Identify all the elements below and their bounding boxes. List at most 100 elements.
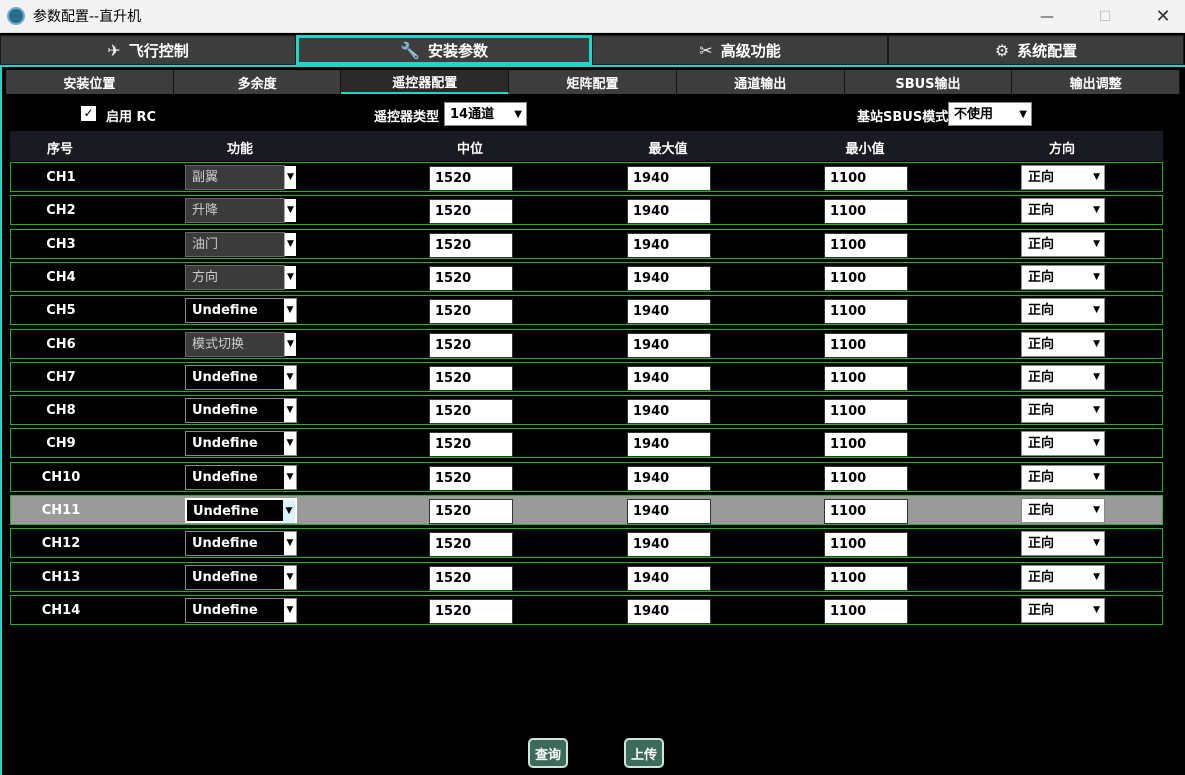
mid-input[interactable]: 1520	[429, 466, 513, 491]
function-dropdown[interactable]: Undefine ▼	[185, 298, 297, 323]
min-input[interactable]: 1100	[824, 199, 908, 224]
function-dropdown[interactable]: Undefine ▼	[185, 398, 297, 423]
tab-advanced[interactable]: ✂ 高级功能	[592, 35, 888, 65]
min-input[interactable]: 1100	[824, 333, 908, 358]
chevron-down-icon: ▼	[284, 466, 296, 489]
min-input[interactable]: 1100	[824, 166, 908, 191]
table-row[interactable]: CH4 方向 ▼ 1520 1940 1100 正向 ▼	[10, 262, 1163, 292]
table-row[interactable]: CH8 Undefine ▼ 1520 1940 1100 正向 ▼	[10, 395, 1163, 425]
direction-dropdown[interactable]: 正向 ▼	[1021, 565, 1105, 590]
direction-dropdown[interactable]: 正向 ▼	[1021, 498, 1105, 523]
subtab-rc-config[interactable]: 遥控器配置	[341, 70, 510, 94]
max-input[interactable]: 1940	[627, 566, 711, 591]
tab-flight-control[interactable]: ✈ 飞行控制	[0, 35, 296, 65]
mid-input[interactable]: 1520	[429, 599, 513, 624]
query-button[interactable]: 查询	[528, 738, 568, 768]
function-dropdown[interactable]: Undefine ▼	[185, 431, 297, 456]
max-input[interactable]: 1940	[627, 399, 711, 424]
table-row[interactable]: CH5 Undefine ▼ 1520 1940 1100 正向 ▼	[10, 295, 1163, 325]
tab-system-config[interactable]: ⚙ 系统配置	[888, 35, 1184, 65]
table-row[interactable]: CH14 Undefine ▼ 1520 1940 1100 正向 ▼	[10, 595, 1163, 625]
min-input[interactable]: 1100	[824, 366, 908, 391]
min-input[interactable]: 1100	[824, 532, 908, 557]
max-input[interactable]: 1940	[627, 333, 711, 358]
mid-input[interactable]: 1520	[429, 532, 513, 557]
sbus-mode-dropdown[interactable]: 不使用 ▼	[948, 102, 1032, 126]
table-row[interactable]: CH12 Undefine ▼ 1520 1940 1100 正向 ▼	[10, 528, 1163, 558]
min-input[interactable]: 1100	[824, 499, 908, 524]
min-input[interactable]: 1100	[824, 299, 908, 324]
subtab-output-adjust[interactable]: 输出调整	[1012, 70, 1181, 94]
mid-input[interactable]: 1520	[429, 299, 513, 324]
function-dropdown[interactable]: Undefine ▼	[185, 465, 297, 490]
min-input[interactable]: 1100	[824, 466, 908, 491]
direction-dropdown[interactable]: 正向 ▼	[1021, 365, 1105, 390]
subtab-matrix-config[interactable]: 矩阵配置	[509, 70, 677, 94]
subtab-install-position[interactable]: 安装位置	[6, 70, 174, 94]
table-row[interactable]: CH10 Undefine ▼ 1520 1940 1100 正向 ▼	[10, 462, 1163, 492]
direction-dropdown[interactable]: 正向 ▼	[1021, 398, 1105, 423]
direction-dropdown[interactable]: 正向 ▼	[1021, 598, 1105, 623]
min-input[interactable]: 1100	[824, 599, 908, 624]
direction-dropdown[interactable]: 正向 ▼	[1021, 465, 1105, 490]
mid-input[interactable]: 1520	[429, 166, 513, 191]
enable-rc-checkbox[interactable]: ✓	[81, 106, 96, 121]
table-row[interactable]: CH11 Undefine ▼ 1520 1940 1100 正向 ▼	[10, 495, 1163, 525]
subtab-redundancy[interactable]: 多余度	[173, 70, 342, 94]
function-dropdown[interactable]: Undefine ▼	[185, 365, 297, 390]
function-dropdown[interactable]: Undefine ▼	[185, 565, 297, 590]
min-input[interactable]: 1100	[824, 432, 908, 457]
upload-button[interactable]: 上传	[624, 738, 664, 768]
table-row[interactable]: CH13 Undefine ▼ 1520 1940 1100 正向 ▼	[10, 562, 1163, 592]
mid-input[interactable]: 1520	[429, 333, 513, 358]
subtab-sbus-output[interactable]: SBUS输出	[844, 70, 1013, 94]
direction-dropdown[interactable]: 正向 ▼	[1021, 165, 1105, 190]
tab-install-params[interactable]: 🔧 安装参数	[296, 35, 592, 65]
mid-input[interactable]: 1520	[429, 566, 513, 591]
subtab-channel-output[interactable]: 通道输出	[676, 70, 845, 94]
function-dropdown[interactable]: Undefine ▼	[185, 498, 297, 523]
mid-input[interactable]: 1520	[429, 266, 513, 291]
max-input[interactable]: 1940	[627, 166, 711, 191]
max-input[interactable]: 1940	[627, 599, 711, 624]
mid-input[interactable]: 1520	[429, 366, 513, 391]
max-input[interactable]: 1940	[627, 299, 711, 324]
direction-dropdown[interactable]: 正向 ▼	[1021, 531, 1105, 556]
maximize-button[interactable]: ☐	[1082, 0, 1128, 33]
min-input[interactable]: 1100	[824, 266, 908, 291]
max-input[interactable]: 1940	[627, 233, 711, 258]
close-button[interactable]: ✕	[1140, 0, 1185, 33]
direction-dropdown[interactable]: 正向 ▼	[1021, 265, 1105, 290]
max-input[interactable]: 1940	[627, 199, 711, 224]
rc-type-dropdown[interactable]: 14通道 ▼	[444, 102, 527, 126]
max-input[interactable]: 1940	[627, 432, 711, 457]
direction-dropdown[interactable]: 正向 ▼	[1021, 431, 1105, 456]
function-dropdown[interactable]: Undefine ▼	[185, 531, 297, 556]
mid-input[interactable]: 1520	[429, 233, 513, 258]
mid-input[interactable]: 1520	[429, 199, 513, 224]
mid-input[interactable]: 1520	[429, 499, 513, 524]
minimize-button[interactable]: —	[1024, 0, 1070, 33]
max-input[interactable]: 1940	[627, 466, 711, 491]
mid-input[interactable]: 1520	[429, 432, 513, 457]
table-row[interactable]: CH6 模式切换 ▼ 1520 1940 1100 正向 ▼	[10, 329, 1163, 359]
max-input[interactable]: 1940	[627, 499, 711, 524]
table-row[interactable]: CH1 副翼 ▼ 1520 1940 1100 正向 ▼	[10, 162, 1163, 192]
min-input[interactable]: 1100	[824, 399, 908, 424]
function-dropdown[interactable]: Undefine ▼	[185, 598, 297, 623]
max-input[interactable]: 1940	[627, 532, 711, 557]
table-row[interactable]: CH3 油门 ▼ 1520 1940 1100 正向 ▼	[10, 229, 1163, 259]
chevron-down-icon: ▼	[284, 532, 296, 555]
max-input[interactable]: 1940	[627, 266, 711, 291]
table-row[interactable]: CH2 升降 ▼ 1520 1940 1100 正向 ▼	[10, 195, 1163, 225]
table-row[interactable]: CH7 Undefine ▼ 1520 1940 1100 正向 ▼	[10, 362, 1163, 392]
max-input[interactable]: 1940	[627, 366, 711, 391]
mid-input[interactable]: 1520	[429, 399, 513, 424]
direction-dropdown[interactable]: 正向 ▼	[1021, 232, 1105, 257]
direction-dropdown[interactable]: 正向 ▼	[1021, 198, 1105, 223]
direction-dropdown[interactable]: 正向 ▼	[1021, 298, 1105, 323]
table-row[interactable]: CH9 Undefine ▼ 1520 1940 1100 正向 ▼	[10, 428, 1163, 458]
min-input[interactable]: 1100	[824, 233, 908, 258]
direction-dropdown[interactable]: 正向 ▼	[1021, 332, 1105, 357]
min-input[interactable]: 1100	[824, 566, 908, 591]
